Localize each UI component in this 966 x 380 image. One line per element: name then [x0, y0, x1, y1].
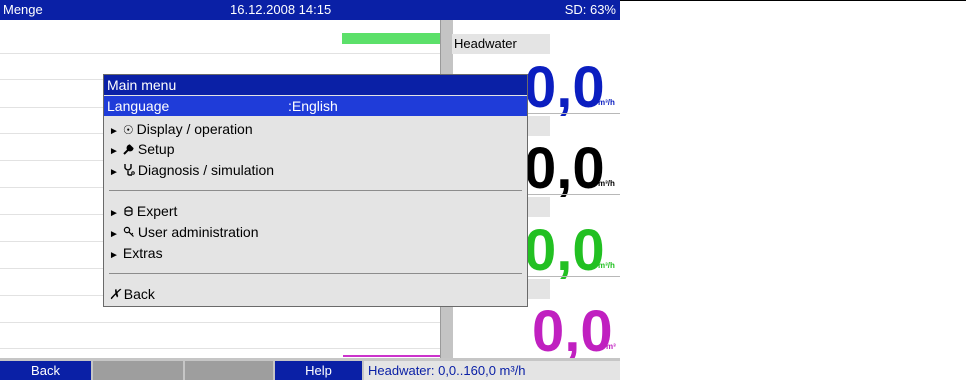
status-line: Headwater: 0,0..160,0 m³/h — [364, 361, 620, 380]
panel-1-header: Headwater — [452, 34, 550, 54]
menu-item-user-administration[interactable]: ► User administration — [109, 224, 259, 243]
submenu-arrow-icon: ► — [109, 146, 119, 157]
stethoscope-icon — [123, 162, 135, 178]
panel-2-unit: m³/h — [598, 179, 615, 188]
menu-item-label: Expert — [136, 203, 178, 219]
menu-item-display-operation[interactable]: ► ☉ Display / operation — [109, 121, 253, 140]
language-label: Language — [107, 98, 170, 114]
grid-line — [0, 348, 440, 349]
panel-3-value: 0,0 — [524, 218, 605, 283]
submenu-arrow-icon: ► — [109, 250, 119, 261]
status-text: Headwater: 0,0..160,0 m³/h — [368, 363, 526, 378]
submenu-arrow-icon: ► — [109, 167, 119, 178]
panel-1-value: 0,0 — [524, 55, 605, 120]
header-bar: Menge 16.12.2008 14:15 SD: 63% — [0, 0, 620, 20]
grid-line — [0, 53, 440, 54]
softkey-bar: Back Help Headwater: 0,0..160,0 m³/h — [0, 358, 620, 380]
panel-4-unit: m³ — [606, 342, 616, 351]
menu-item-label: Setup — [137, 141, 175, 157]
main-menu-title-bar: Main menu — [104, 75, 527, 95]
softkey-3-blank[interactable] — [185, 361, 273, 380]
help-button[interactable]: Help — [275, 361, 362, 380]
main-menu-title: Main menu — [107, 77, 177, 93]
user-key-icon — [123, 224, 135, 240]
menu-item-label: Display / operation — [136, 121, 253, 137]
wrench-icon — [123, 141, 135, 157]
close-x-icon: ✗ — [109, 286, 121, 302]
top-rule — [620, 0, 966, 1]
menu-item-diagnosis-simulation[interactable]: ► Diagnosis / simulation — [109, 162, 274, 181]
panel-1-unit: m³/h — [598, 98, 615, 107]
menu-item-extras[interactable]: ► Extras — [109, 245, 163, 264]
sd-card-status: SD: 63% — [564, 2, 616, 17]
panel-3-unit: m³/h — [598, 261, 615, 270]
softkey-2-blank[interactable] — [93, 361, 183, 380]
menu-item-label: User administration — [137, 224, 259, 240]
channel-group-title: Menge — [3, 2, 43, 17]
main-menu-dialog: Main menu Language :English ► ☉ Display / … — [103, 74, 528, 307]
menu-item-expert[interactable]: ► Expert — [109, 203, 177, 222]
submenu-arrow-icon: ► — [109, 208, 119, 219]
menu-back-label: Back — [123, 286, 155, 302]
menu-item-label: Diagnosis / simulation — [137, 162, 275, 178]
menu-item-back[interactable]: ✗ Back — [109, 286, 155, 305]
language-value: :English — [288, 98, 338, 114]
submenu-arrow-icon: ► — [109, 229, 119, 240]
datetime-display: 16.12.2008 14:15 — [230, 2, 332, 17]
menu-item-label: Extras — [122, 245, 163, 261]
panel-2-value: 0,0 — [524, 136, 605, 201]
panel-4-value: 0,0 — [532, 299, 613, 364]
eye-icon: ☉ — [122, 123, 134, 137]
menu-separator — [109, 190, 522, 191]
trend-green-marker — [342, 33, 440, 44]
menu-item-setup[interactable]: ► Setup — [109, 141, 175, 160]
grid-line — [0, 322, 440, 323]
trend-magenta-marker — [343, 355, 440, 357]
expert-icon — [123, 203, 134, 219]
menu-item-language[interactable]: Language :English — [104, 96, 527, 116]
menu-separator — [109, 273, 522, 274]
back-button[interactable]: Back — [0, 361, 91, 380]
panel-1-label: Headwater — [454, 36, 517, 51]
submenu-arrow-icon: ► — [109, 126, 119, 137]
